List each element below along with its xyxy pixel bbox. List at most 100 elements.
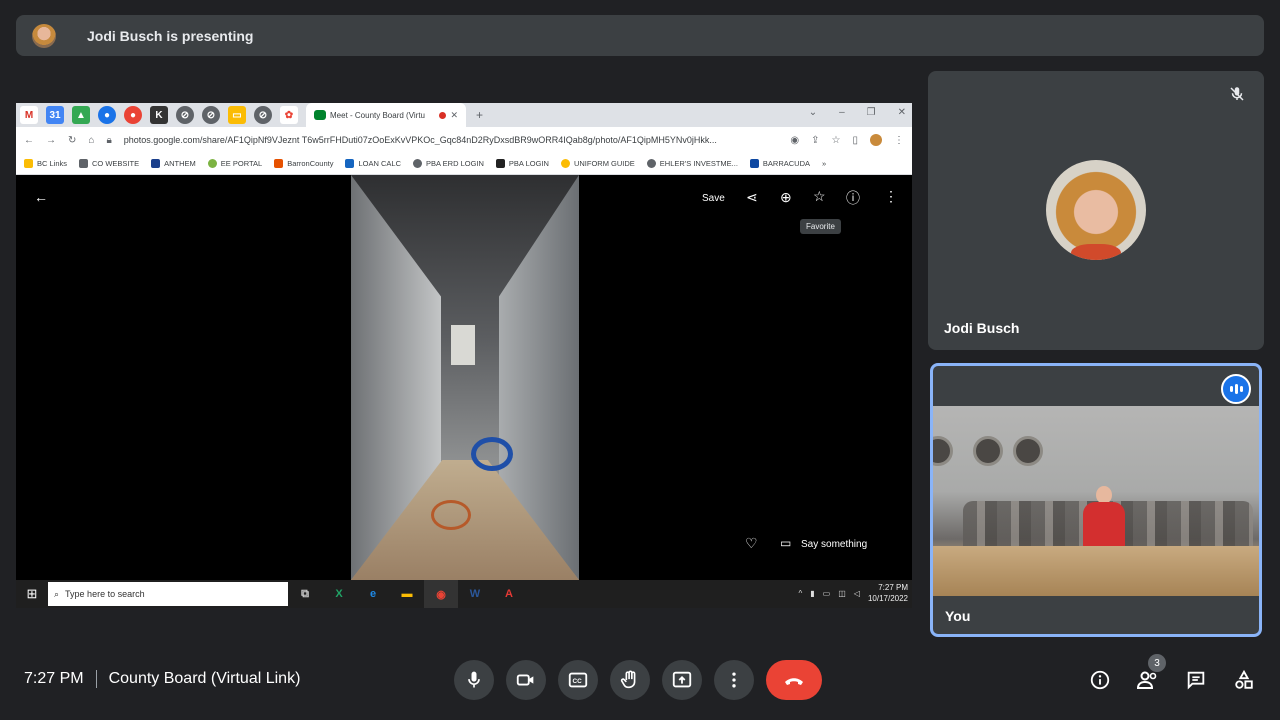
excel-icon[interactable]: X xyxy=(322,580,356,608)
acrobat-icon[interactable]: A xyxy=(492,580,526,608)
leave-call-button[interactable] xyxy=(766,660,822,700)
tray-volume-icon[interactable]: ◁ xyxy=(854,589,860,598)
chevron-down-icon[interactable]: ⌄ xyxy=(809,107,817,118)
forward-arrow-icon[interactable]: → xyxy=(46,135,56,146)
bookmark-item[interactable]: ANTHEM xyxy=(151,159,196,168)
windows-taskbar: ⊞ ⌕ Type here to search ⧉ X e ▬ ◉ W A ^ … xyxy=(16,580,912,608)
reload-icon[interactable]: ↻ xyxy=(68,135,76,146)
bookmark-item[interactable]: LOAN CALC xyxy=(345,159,401,168)
new-tab-icon[interactable]: + xyxy=(476,108,483,122)
home-icon[interactable]: ⌂ xyxy=(88,135,94,146)
chat-button[interactable] xyxy=(1176,660,1216,700)
site-icon xyxy=(646,159,656,168)
presenting-text: Jodi Busch is presenting xyxy=(87,27,254,44)
hallway-photo xyxy=(351,175,579,580)
activities-button[interactable] xyxy=(1224,660,1264,700)
blocked-tab-icon: ⊘ xyxy=(176,106,194,124)
bookmark-item[interactable]: EHLER'S INVESTME... xyxy=(646,159,738,168)
save-button[interactable]: Save xyxy=(702,193,725,204)
participant-tile-self[interactable]: You xyxy=(930,363,1262,637)
menu-dots-icon[interactable]: ⋮ xyxy=(894,135,904,146)
meeting-details-button[interactable] xyxy=(1080,660,1120,700)
meeting-info: 7:27 PM County Board (Virtual Link) xyxy=(24,670,300,688)
minimize-icon[interactable]: – xyxy=(839,107,845,118)
favorite-star-icon[interactable]: ☆ xyxy=(813,188,826,205)
participant-name: You xyxy=(945,608,971,624)
extension-icon[interactable]: ◉ xyxy=(790,135,799,146)
profile-icon[interactable] xyxy=(870,134,882,146)
divider xyxy=(95,670,97,688)
app-tab-icon: K xyxy=(150,106,168,124)
comment-icon[interactable]: ▭ xyxy=(780,536,791,550)
bookmark-star-icon[interactable]: ☆ xyxy=(832,135,841,146)
tray-network-icon[interactable]: ◫ xyxy=(838,589,846,598)
drive-tab-icon: ▲ xyxy=(72,106,90,124)
close-tab-icon[interactable]: ✕ xyxy=(450,110,458,121)
bookmark-item[interactable]: EE PORTAL xyxy=(207,159,262,168)
presenting-banner: Jodi Busch is presenting xyxy=(16,15,1264,56)
site-icon xyxy=(560,159,570,168)
meet-window: Jodi Busch is presenting M 31 ▲ ● ● K ⊘ … xyxy=(0,0,1280,720)
side-panel-icon[interactable]: ▯ xyxy=(852,135,858,146)
bookmark-item[interactable]: PBA ERD LOGIN xyxy=(412,159,484,168)
site-icon xyxy=(412,159,422,168)
url-field[interactable]: photos.google.com/share/AF1QipNf9VJeznt … xyxy=(124,135,779,145)
word-icon[interactable]: W xyxy=(458,580,492,608)
share-icon[interactable]: ⋖ xyxy=(746,189,758,206)
zoom-icon[interactable]: ⊕ xyxy=(780,189,792,206)
participant-count-badge: 3 xyxy=(1148,654,1166,672)
bookmark-item[interactable]: BC Links xyxy=(24,159,67,168)
bookmark-item[interactable]: UNIFORM GUIDE xyxy=(560,159,635,168)
back-arrow-icon[interactable]: ← xyxy=(24,135,34,146)
share-icon[interactable]: ⇪ xyxy=(811,135,819,146)
more-bookmarks-icon[interactable]: » xyxy=(822,159,826,168)
more-options-icon[interactable]: ⋮ xyxy=(884,188,898,205)
taskbar-search-placeholder: Type here to search xyxy=(65,589,145,599)
chat-icon xyxy=(1187,671,1205,690)
taskbar-search[interactable]: ⌕ Type here to search xyxy=(48,582,288,606)
restore-icon[interactable]: ❐ xyxy=(867,107,876,118)
bookmark-item[interactable]: PBA LOGIN xyxy=(495,159,549,168)
chrome-icon[interactable]: ◉ xyxy=(424,580,458,608)
raise-hand-button[interactable] xyxy=(610,660,650,700)
participant-avatar xyxy=(1046,160,1146,260)
captions-icon: CC xyxy=(568,672,588,688)
site-icon xyxy=(749,159,759,168)
microphone-button[interactable] xyxy=(454,660,494,700)
end-call-icon xyxy=(785,678,803,685)
search-icon: ⌕ xyxy=(54,588,60,599)
task-view-icon[interactable]: ⧉ xyxy=(288,580,322,608)
info-icon xyxy=(1090,670,1110,690)
blocked-tab-icon: ⊘ xyxy=(254,106,272,124)
shared-screen: M 31 ▲ ● ● K ⊘ ⊘ ▭ ⊘ ✿ Meet - County Boa… xyxy=(16,103,912,608)
side-controls: 3 xyxy=(1080,654,1264,700)
site-icon xyxy=(79,159,89,168)
people-button[interactable]: 3 xyxy=(1128,654,1168,700)
meeting-time: 7:27 PM xyxy=(24,670,84,687)
camera-icon xyxy=(516,674,534,686)
more-options-button[interactable] xyxy=(714,660,754,700)
participant-tile-jodi[interactable]: Jodi Busch xyxy=(928,71,1264,350)
file-explorer-icon[interactable]: ▬ xyxy=(390,580,424,608)
present-screen-button[interactable] xyxy=(662,660,702,700)
tray-battery-icon[interactable]: ▭ xyxy=(823,589,831,598)
heart-icon[interactable]: ♡ xyxy=(745,535,758,552)
edge-icon[interactable]: e xyxy=(356,580,390,608)
tray-chevron-icon[interactable]: ^ xyxy=(799,589,803,598)
camera-button[interactable] xyxy=(506,660,546,700)
bookmark-item[interactable]: BarronCounty xyxy=(274,159,333,168)
back-arrow-icon[interactable]: ← xyxy=(34,189,48,205)
bookmark-item[interactable]: BARRACUDA xyxy=(749,159,810,168)
present-screen-icon xyxy=(672,671,692,688)
active-tab[interactable]: Meet - County Board (Virtu ✕ xyxy=(306,103,466,127)
info-icon[interactable]: ⓘ xyxy=(846,188,860,208)
site-icon xyxy=(151,159,161,168)
bookmark-item[interactable]: CO WEBSITE xyxy=(79,159,139,168)
comment-button[interactable]: Say something xyxy=(801,539,867,550)
lock-icon: 🔒︎ xyxy=(106,134,112,146)
tray-usb-icon[interactable]: ▮ xyxy=(810,589,814,598)
close-window-icon[interactable]: ✕ xyxy=(898,107,906,118)
windows-start-icon[interactable]: ⊞ xyxy=(16,580,48,608)
taskbar-clock[interactable]: 7:27 PM 10/17/2022 xyxy=(868,582,908,604)
captions-button[interactable]: CC xyxy=(558,660,598,700)
